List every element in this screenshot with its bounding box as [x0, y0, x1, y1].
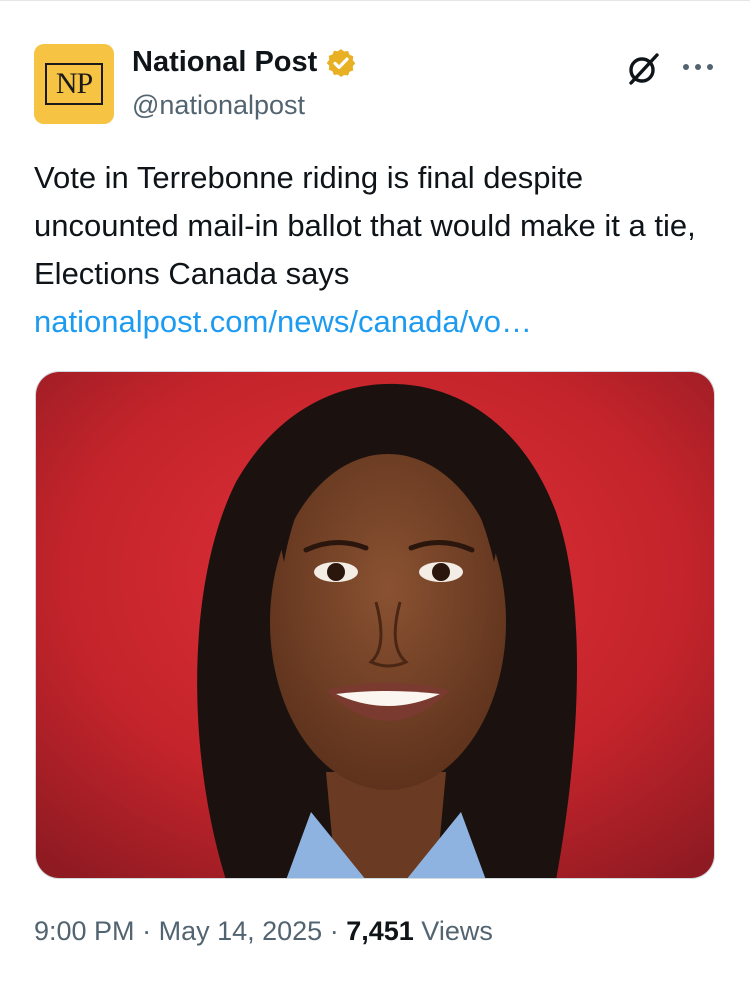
tweet-body: Vote in Terrebonne riding is final despi… — [34, 154, 724, 346]
tweet-photo[interactable] — [35, 371, 715, 879]
meta-separator: · — [329, 916, 347, 946]
display-name[interactable]: National Post — [132, 46, 317, 79]
portrait-photo — [36, 372, 714, 878]
more-icon[interactable] — [680, 52, 716, 82]
account-handle[interactable]: @nationalpost — [132, 90, 305, 121]
grok-icon[interactable] — [624, 50, 662, 88]
top-divider — [0, 0, 750, 1]
tweet-date[interactable]: May 14, 2025 — [159, 916, 323, 946]
avatar-logo-text: NP — [45, 63, 103, 105]
verified-badge-icon — [327, 48, 356, 77]
views-label: Views — [421, 916, 493, 946]
tweet-text: Vote in Terrebonne riding is final despi… — [34, 160, 696, 291]
meta-separator: · — [142, 916, 159, 946]
tweet-meta: 9:00 PM · May 14, 2025 · 7,451 Views — [34, 916, 493, 947]
tweet-time[interactable]: 9:00 PM — [34, 916, 135, 946]
tweet-link[interactable]: nationalpost.com/news/canada/vo… — [34, 298, 724, 346]
avatar[interactable]: NP — [34, 44, 114, 124]
views-count: 7,451 — [346, 916, 414, 946]
name-row: National Post — [132, 46, 357, 79]
